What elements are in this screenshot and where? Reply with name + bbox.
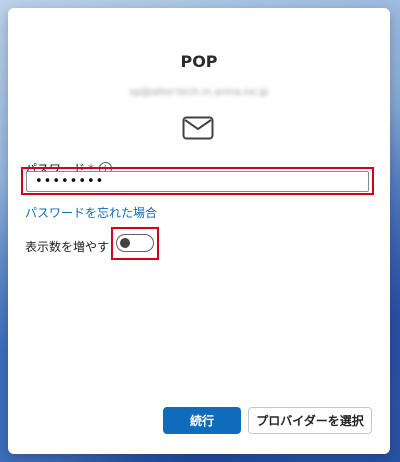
mail-icon — [182, 116, 214, 140]
password-input[interactable] — [26, 171, 369, 192]
choose-provider-button[interactable]: プロバイダーを選択 — [248, 407, 372, 434]
dialog-title: POP — [180, 52, 218, 71]
continue-button[interactable]: 続行 — [163, 407, 241, 434]
show-more-label: 表示数を増やす — [25, 240, 110, 254]
toggle-knob — [120, 238, 130, 248]
show-more-toggle[interactable] — [116, 234, 154, 252]
add-account-dialog: POP sp@alter-tech.in.arma.ne.jp パスワード * … — [8, 8, 390, 454]
forgot-password-link[interactable]: パスワードを忘れた場合 — [25, 204, 157, 221]
account-email: sp@alter-tech.in.arma.ne.jp — [129, 87, 269, 98]
